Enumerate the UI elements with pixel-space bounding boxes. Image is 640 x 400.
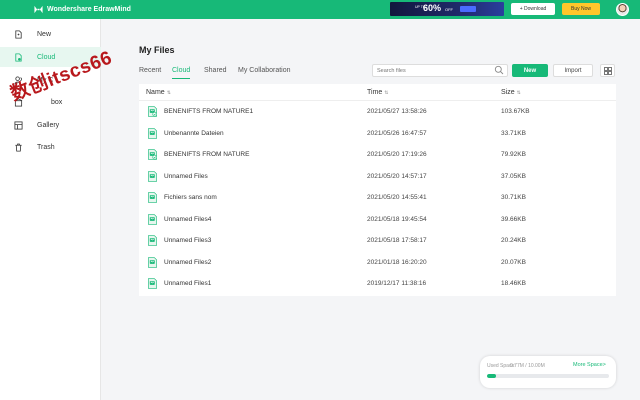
brand[interactable]: Wondershare EdrawMind [34, 4, 131, 15]
file-name[interactable]: Unbenannte Dateien [164, 130, 224, 137]
tab-recent[interactable]: Recent [139, 67, 161, 79]
table-row[interactable]: Fichiers sans nom 2021/05/20 14:55:41 30.7… [139, 187, 616, 208]
file-size: 20.24KB [501, 237, 526, 244]
column-header-label: Name [146, 89, 165, 96]
file-size: 18.46KB [501, 280, 526, 287]
new-button[interactable]: New [512, 64, 548, 77]
sidebar-item-label: New [37, 30, 52, 38]
file-name[interactable]: Unnamed Files [164, 173, 208, 180]
file-size: 37.05KB [501, 172, 526, 180]
mindmap-file-icon [148, 127, 157, 139]
sidebar: New Cloud My C box Gallery Trash 数创itscs… [0, 19, 115, 400]
file-size: 33.71KB [501, 129, 526, 137]
search-icon[interactable] [494, 65, 504, 75]
file-time: 2021/05/20 14:57:17 [367, 172, 427, 180]
sidebar-item-label: Gallery [37, 121, 60, 129]
mindmap-file-icon [148, 256, 157, 268]
sort-arrow-icon: ⇅ [516, 89, 521, 96]
sidebar-item-gallery[interactable]: Gallery [0, 115, 101, 135]
file-size: 20.07KB [501, 258, 526, 266]
search-input[interactable] [372, 64, 508, 77]
file-name[interactable]: BENENIFTS FROM NATURE1 [164, 108, 253, 115]
grid-view-button[interactable] [600, 64, 615, 77]
table-row[interactable]: BENENIFTS FROM NATURE1 2021/05/27 13:58:2… [139, 101, 616, 122]
storage-progress-bar [487, 374, 609, 378]
file-name[interactable]: Unnamed Files3 [164, 237, 211, 244]
storage-card: Used Space: 0.77M / 10.00M More Space> [480, 356, 616, 388]
download-button[interactable]: + Download [511, 3, 555, 15]
sidebar-item-label: Cloud [37, 53, 56, 61]
promo-cta[interactable] [460, 6, 476, 12]
import-button[interactable]: Import [553, 64, 593, 77]
column-header-label: Time [367, 89, 383, 96]
app-title: Wondershare EdrawMind [47, 6, 131, 13]
table-row[interactable]: Unnamed Files1 2019/12/17 11:38:16 18.46KB [139, 273, 616, 294]
sort-arrow-icon: ⇅ [384, 89, 389, 96]
grid-view-icon [603, 66, 612, 75]
file-time: 2019/12/17 11:38:16 [367, 280, 427, 287]
promo-off: OFF [445, 7, 453, 12]
table-row[interactable]: Unnamed Files3 2021/05/18 17:58:17 20.24KB [139, 230, 616, 251]
promo-banner[interactable]: UP TO 60% OFF [390, 2, 504, 16]
cloud-doc-icon [15, 52, 22, 62]
file-time: 2021/05/27 13:58:26 [367, 108, 427, 115]
sidebar-item-new[interactable]: New [0, 24, 101, 44]
top-bar: Wondershare EdrawMind UP TO 60% OFF + Do… [0, 0, 640, 19]
sidebar-item-trash[interactable]: Trash [0, 137, 101, 157]
file-size: 30.71KB [501, 194, 526, 201]
file-name[interactable]: Fichiers sans nom [164, 194, 217, 201]
edrawmind-logo-icon [34, 5, 43, 14]
storage-progress-fill [487, 374, 497, 378]
promo-percent: 60% [423, 3, 442, 13]
column-header-label: Size [501, 89, 515, 96]
gallery-icon [14, 120, 23, 130]
sidebar-item-label: Trash [37, 143, 55, 151]
sidebar-item-label: box [51, 98, 63, 106]
mindmap-file-icon [148, 192, 157, 203]
avatar[interactable] [616, 3, 629, 16]
column-header-name[interactable]: Name ⇅ [146, 89, 171, 96]
file-time: 2021/05/20 14:55:41 [367, 194, 427, 201]
file-time: 2021/05/26 16:47:57 [367, 129, 427, 137]
table-row[interactable]: Unnamed Files4 2021/05/18 19:45:54 39.66KB [139, 209, 616, 230]
file-time: 2021/05/20 17:19:26 [367, 151, 427, 158]
file-name[interactable]: Unnamed Files4 [164, 216, 211, 223]
file-size: 79.92KB [501, 151, 526, 158]
page-title: My Files [139, 45, 175, 55]
table-header: Name ⇅ Time ⇅ Size ⇅ [139, 84, 616, 101]
mindmap-file-icon [148, 235, 157, 246]
sort-arrow-icon: ⇅ [166, 89, 171, 96]
tab-cloud[interactable]: Cloud [172, 67, 191, 79]
file-name[interactable]: Unnamed Files2 [164, 259, 211, 266]
storage-value: 0.77M / 10.00M [510, 363, 545, 369]
file-table: Name ⇅ Time ⇅ Size ⇅ BENENIFTS FROM NATURE1… [139, 84, 616, 296]
table-row[interactable]: Unbenannte Dateien 2021/05/26 16:47:57 33.… [139, 123, 616, 144]
file-name[interactable]: BENENIFTS FROM NATURE [164, 151, 249, 158]
file-time: 2021/01/18 16:20:20 [367, 258, 427, 266]
mindmap-file-icon [148, 106, 157, 117]
mindmap-file-icon [148, 278, 157, 289]
table-row[interactable]: Unnamed Files 2021/05/20 14:57:17 37.05KB [139, 166, 616, 187]
table-row[interactable]: Unnamed Files2 2021/01/18 16:20:20 20.07KB [139, 252, 616, 273]
mindmap-file-icon [148, 170, 157, 182]
tab-shared[interactable]: Shared [204, 67, 227, 79]
more-space-link[interactable]: More Space> [573, 362, 606, 368]
file-time: 2021/05/18 17:58:17 [367, 237, 427, 244]
tab-my-collaboration[interactable]: My Collaboration [238, 67, 291, 79]
trash-icon [15, 143, 22, 152]
mindmap-file-icon [148, 213, 157, 225]
new-file-icon [15, 29, 22, 39]
table-row[interactable]: BENENIFTS FROM NATURE 2021/05/20 17:19:26… [139, 144, 616, 165]
file-time: 2021/05/18 19:45:54 [367, 215, 427, 223]
file-size: 103.67KB [501, 108, 530, 115]
file-size: 39.66KB [501, 215, 526, 223]
mindmap-file-icon [148, 149, 157, 160]
column-header-size[interactable]: Size ⇅ [501, 89, 521, 96]
file-name[interactable]: Unnamed Files1 [164, 280, 211, 287]
column-header-time[interactable]: Time ⇅ [367, 89, 389, 96]
buy-now-button[interactable]: Buy Now [562, 3, 600, 15]
